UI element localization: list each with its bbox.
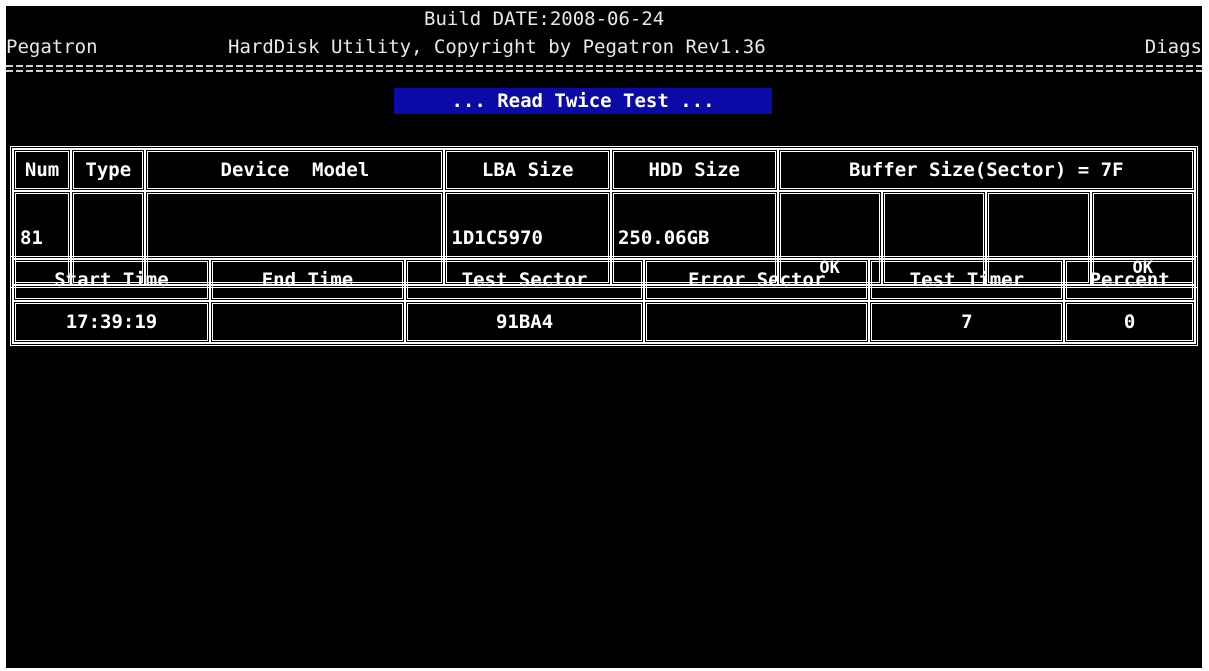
cell-percent: 0 (1064, 301, 1195, 343)
brand-left-label: Pegatron (6, 36, 98, 58)
header-hdd-size: HDD Size (610, 149, 778, 191)
timing-table-row: 17:39:19 91BA4 7 0 (13, 301, 1195, 343)
cell-start-time: 17:39:19 (13, 301, 210, 343)
build-date-label: Build DATE:2008-06-24 (424, 8, 665, 30)
test-name-banner: ... Read Twice Test ... (394, 88, 772, 114)
buffer-letter-b: B (989, 194, 1087, 196)
header-end-time: End Time (210, 259, 405, 301)
header-test-timer: Test Timer (869, 259, 1065, 301)
buffer-letter-r: R (781, 194, 879, 196)
header-lba-size: LBA Size (444, 149, 611, 191)
double-line-separator (6, 64, 1202, 74)
cell-test-sector: 91BA4 (404, 301, 645, 343)
cell-end-time (210, 301, 405, 343)
header-type: Type (71, 149, 146, 191)
buffer-letter-c: C (1094, 194, 1192, 196)
device-table-header-row: Num Type Device Model LBA Size HDD Size … (13, 149, 1195, 191)
cell-test-timer: 7 (869, 301, 1065, 343)
timing-table-header-row: Start Time End Time Test Sector Error Se… (13, 259, 1195, 301)
brand-right-label: Diags (1144, 36, 1202, 58)
header-start-time: Start Time (13, 259, 210, 301)
dos-console-screen: Build DATE:2008-06-24 Pegatron HardDisk … (6, 6, 1202, 668)
utility-title: HardDisk Utility, Copyright by Pegatron … (228, 36, 766, 58)
test-timing-table: Start Time End Time Test Sector Error Se… (10, 256, 1198, 346)
header-test-sector: Test Sector (404, 259, 645, 301)
header-buffer-size: Buffer Size(Sector) = 7F (777, 149, 1195, 191)
header-num: Num (13, 149, 72, 191)
header-error-sector: Error Sector (644, 259, 870, 301)
buffer-letter-w: W (885, 194, 983, 196)
header-percent: Percent (1064, 259, 1195, 301)
header-device-model: Device Model (145, 149, 445, 191)
cell-error-sector (644, 301, 870, 343)
